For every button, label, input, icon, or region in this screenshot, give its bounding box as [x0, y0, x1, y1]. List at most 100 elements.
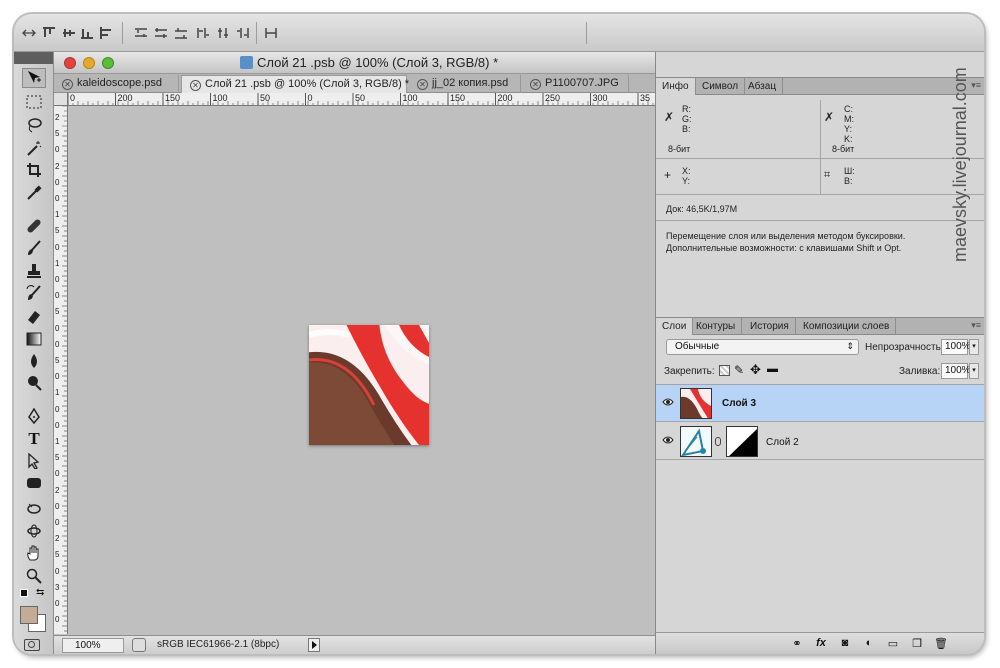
crop-icon[interactable] — [22, 160, 46, 180]
distribute-hcenter-icon[interactable] — [216, 27, 230, 39]
close-tab-icon[interactable]: ✕ — [530, 79, 541, 90]
distribute-top-icon[interactable] — [134, 27, 148, 39]
layer-thumbnail[interactable] — [680, 426, 712, 457]
fx-icon[interactable]: fx — [814, 637, 828, 651]
gradient-icon[interactable] — [22, 329, 46, 349]
distribute-right-icon[interactable] — [236, 27, 250, 39]
align-bottom-icon[interactable] — [80, 27, 94, 39]
fill-field[interactable]: 100% — [941, 363, 971, 379]
default-colors-icon[interactable] — [20, 589, 28, 597]
link-layers-icon[interactable]: ⚭ — [790, 637, 804, 651]
status-menu-arrow[interactable] — [308, 638, 320, 652]
divider — [820, 100, 821, 194]
tab-character[interactable]: Символ — [696, 78, 746, 95]
eye-visibility-icon[interactable] — [662, 397, 674, 407]
panel-menu-icon[interactable]: ▾≡ — [971, 80, 981, 91]
opacity-dropdown-icon[interactable]: ▾ — [969, 339, 979, 355]
magic-wand-icon[interactable] — [22, 138, 46, 158]
tab-kaleidoscope[interactable]: ✕ kaleidoscope.psd — [54, 75, 179, 93]
align-top-icon[interactable] — [42, 27, 56, 39]
document-tabs: ✕ kaleidoscope.psd ✕ Слой 21 .psb @ 100% (… — [54, 74, 655, 93]
type-icon[interactable]: T — [22, 429, 46, 449]
tab-history[interactable]: История — [744, 318, 796, 335]
add-mask-icon[interactable]: ◙ — [838, 637, 852, 651]
align-left-icon[interactable] — [100, 27, 114, 39]
move-icon[interactable] — [22, 68, 46, 88]
auto-align-icon[interactable] — [264, 27, 278, 39]
layer-row-sloi-3[interactable]: Слой 3 — [656, 385, 984, 422]
lock-transparency-icon[interactable] — [719, 365, 730, 376]
tab-sloi-21[interactable]: ✕ Слой 21 .psb @ 100% (Слой 3, RGB/8) * — [181, 75, 410, 93]
dodge-icon[interactable] — [22, 373, 46, 393]
shape-icon[interactable] — [22, 473, 46, 493]
blur-icon[interactable] — [22, 351, 46, 371]
minimize-window-button[interactable] — [83, 57, 95, 69]
path-selection-icon[interactable] — [22, 451, 46, 471]
layer-artwork[interactable] — [309, 325, 429, 445]
tab-label: jj_02 копия.psd — [432, 77, 509, 89]
3d-rotate-icon[interactable] — [22, 499, 46, 519]
swap-colors-icon[interactable]: ⇆ — [36, 587, 44, 598]
close-window-button[interactable] — [64, 57, 76, 69]
tab-label: Слой 21 .psb @ 100% (Слой 3, RGB/8) * — [205, 78, 410, 90]
lock-position-icon[interactable]: ✥ — [750, 362, 761, 378]
clone-stamp-icon[interactable] — [22, 261, 46, 281]
horizontal-ruler[interactable]: 0 200 150 100 50 0 50 100 150 200 250 300 35 — [68, 93, 655, 106]
lock-pixels-icon[interactable]: ✎ — [734, 363, 744, 377]
zoom-window-button[interactable] — [102, 57, 114, 69]
delete-layer-icon[interactable]: 🗑 — [934, 637, 948, 651]
marquee-icon[interactable] — [22, 92, 46, 112]
tab-paths[interactable]: Контуры — [690, 318, 743, 335]
new-group-icon[interactable]: ▭ — [886, 637, 900, 651]
3d-orbit-icon[interactable] — [22, 521, 46, 541]
distribute-vcenter-icon[interactable] — [154, 27, 168, 39]
lasso-icon[interactable] — [22, 115, 46, 135]
pen-icon[interactable] — [22, 406, 46, 426]
close-tab-icon[interactable]: ✕ — [62, 79, 73, 90]
tab-layer-comps[interactable]: Композиции слоев — [797, 318, 897, 335]
eyedropper-icon[interactable] — [22, 183, 46, 203]
document-window: Слой 21 .psb @ 100% (Слой 3, RGB/8) * ✕ k… — [54, 52, 655, 654]
ruler-origin[interactable] — [54, 93, 68, 106]
canvas-area[interactable] — [69, 107, 655, 634]
layer-name[interactable]: Слой 3 — [722, 398, 756, 409]
layer-thumbnail[interactable] — [680, 388, 712, 419]
eye-visibility-icon[interactable] — [662, 435, 674, 445]
status-info-icon[interactable] — [132, 638, 146, 652]
tab-paragraph[interactable]: Абзац — [742, 78, 784, 95]
brush-icon[interactable] — [22, 238, 46, 258]
history-brush-icon[interactable] — [22, 283, 46, 303]
fill-dropdown-icon[interactable]: ▾ — [969, 363, 979, 379]
close-tab-icon[interactable]: ✕ — [190, 80, 201, 91]
hand-icon[interactable] — [22, 543, 46, 563]
lock-all-icon[interactable]: ▬ — [767, 363, 778, 375]
ruler-v-label: 5 — [55, 550, 60, 560]
eraser-icon[interactable] — [22, 306, 46, 326]
foreground-color-swatch[interactable] — [20, 606, 38, 624]
new-layer-icon[interactable]: ❐ — [910, 637, 924, 651]
layer-row-sloi-2[interactable]: Слой 2 — [656, 423, 984, 460]
tab-layers[interactable]: Слои — [656, 318, 694, 335]
zoom-icon[interactable] — [22, 566, 46, 586]
mask-link-icon[interactable] — [715, 437, 721, 446]
quick-mask-icon[interactable] — [24, 639, 40, 651]
ruler-v-label: 5 — [55, 453, 60, 463]
align-vcenter-icon[interactable] — [62, 27, 76, 39]
tab-jj02[interactable]: ✕ jj_02 копия.psd — [409, 75, 521, 93]
layer-mask-thumbnail[interactable] — [726, 426, 758, 457]
panel-menu-icon[interactable]: ▾≡ — [971, 320, 981, 331]
adjustment-layer-icon[interactable]: ◐ — [862, 637, 876, 651]
vertical-ruler[interactable]: 2 5 0 2 0 0 1 5 0 1 0 0 5 0 0 5 0 1 0 0 1 5 0 2 0 0 2 5 0 3 0 0 — [54, 106, 68, 634]
auto-select-icon[interactable] — [22, 27, 36, 39]
tab-info[interactable]: Инфо — [656, 78, 696, 95]
opacity-field[interactable]: 100% — [941, 339, 971, 355]
close-tab-icon[interactable]: ✕ — [417, 79, 428, 90]
distribute-bottom-icon[interactable] — [174, 27, 188, 39]
ruler-v-label: 0 — [55, 339, 60, 349]
layer-name[interactable]: Слой 2 — [766, 437, 799, 448]
zoom-field[interactable]: 100% — [62, 638, 124, 653]
distribute-left-icon[interactable] — [196, 27, 210, 39]
blend-mode-select[interactable]: Обычные ⇕ — [666, 339, 859, 355]
tab-p1100707[interactable]: ✕ P1100707.JPG — [522, 75, 629, 93]
healing-brush-icon[interactable] — [22, 216, 46, 236]
